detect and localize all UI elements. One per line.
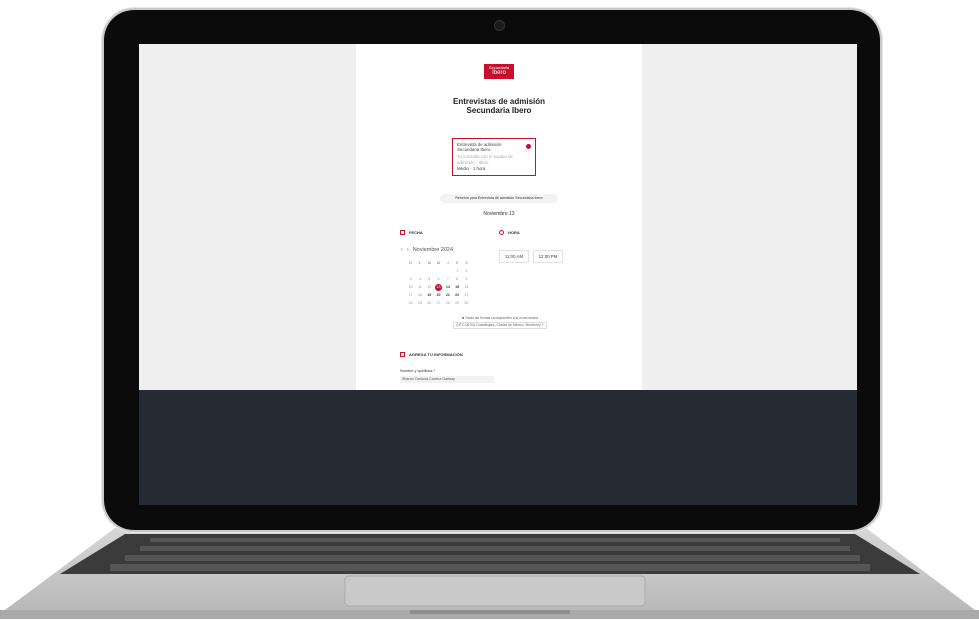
event-card[interactable]: Entrevista de admisión Secundaria Ibero … — [452, 138, 536, 176]
calendar-day[interactable]: 10 — [406, 285, 415, 289]
person-icon — [400, 352, 405, 357]
calendar-week-row: 17 18 19 20 21 22 23 — [406, 291, 481, 299]
time-slot-button[interactable]: 12:00 PM — [533, 250, 563, 263]
calendar-month-label: Noviembre 2024 — [412, 247, 454, 253]
page-title: Entrevistas de admisión Secundaria Ibero — [356, 97, 642, 115]
title-line1: Entrevistas de admisión — [452, 97, 546, 106]
clock-icon — [499, 230, 504, 235]
info-section-label: AGREGA TU INFORMACIÓN — [409, 352, 463, 357]
calendar-day[interactable]: 15 — [452, 285, 461, 289]
timezone-label: Todas las fechas corresponden a la zona … — [464, 316, 539, 320]
selected-indicator-icon — [526, 144, 531, 149]
calendar-icon — [400, 230, 405, 235]
calendar-week-row: 3456789 — [406, 275, 481, 283]
booking-panel: Secundaria Ibero Entrevistas de admisión… — [356, 44, 642, 390]
weekday-label: D — [409, 261, 412, 265]
selected-day[interactable]: 13 — [435, 283, 443, 291]
weekday-label: L — [418, 261, 421, 265]
event-description: Tu consulta con el equipo de admisión · … — [457, 154, 513, 165]
event-name: Entrevista de admisión Secundaria Ibero — [457, 142, 502, 153]
title-line2: Secundaria Ibero — [466, 106, 532, 115]
calendar-day[interactable]: 29 — [452, 301, 461, 305]
calendar-day[interactable]: 8 — [452, 277, 461, 281]
name-field[interactable]: Sharon Cordova Carrera Garibay — [400, 376, 494, 383]
calendar-day[interactable]: 23 — [462, 293, 471, 297]
calendar-day[interactable]: 25 — [415, 301, 424, 305]
calendar-day[interactable]: 20 — [434, 293, 443, 297]
calendar-day[interactable]: 6 — [434, 277, 443, 281]
timezone-value: (UTC-06:00) Guadalajara, Ciudad de Méxic… — [456, 323, 541, 327]
calendar-day[interactable]: 26 — [425, 301, 434, 305]
laptop-mockup: Secundaria Ibero Entrevistas de admisión… — [0, 0, 979, 621]
calendar-week-row: 12 — [406, 267, 481, 275]
calendar-day[interactable]: 16 — [462, 285, 471, 289]
calendar-day[interactable]: 7 — [443, 277, 452, 281]
event-duration: Medio · 1 hora — [457, 165, 486, 171]
camera-icon — [494, 20, 505, 31]
screen: Secundaria Ibero Entrevistas de admisión… — [139, 44, 857, 505]
calendar-day[interactable]: 5 — [425, 277, 434, 281]
ibero-logo: Secundaria Ibero — [484, 64, 514, 79]
next-month-icon[interactable]: › — [407, 247, 409, 253]
calendar-day[interactable]: 17 — [406, 293, 415, 297]
calendar-day[interactable]: 27 — [434, 301, 443, 305]
calendar-day[interactable]: 3 — [406, 277, 415, 281]
timezone-notice: ■ Todas las fechas corresponden a la zon… — [420, 316, 580, 329]
calendar-day[interactable]: 14 — [443, 285, 452, 289]
calendar-day[interactable]: 19 — [425, 293, 434, 297]
calendar-week-row: 24 25 26 27 28 29 30 — [406, 299, 481, 307]
fecha-label: FECHA — [409, 230, 423, 235]
logo-text-bottom: Ibero — [492, 70, 506, 76]
calendar-day[interactable]: 22 — [452, 293, 461, 297]
weekday-label: S — [465, 261, 468, 265]
weekday-label: M — [437, 261, 441, 265]
calendar-day[interactable]: 13 — [434, 283, 443, 291]
timezone-select[interactable]: (UTC-06:00) Guadalajara, Ciudad de Méxic… — [453, 322, 547, 329]
hora-section-header: HORA — [499, 230, 520, 235]
calendar-day[interactable]: 18 — [415, 293, 424, 297]
hora-label: HORA — [508, 230, 520, 235]
calendar-day[interactable]: 9 — [462, 277, 471, 281]
globe-icon: ■ — [461, 316, 465, 320]
booking-page: Secundaria Ibero Entrevistas de admisión… — [139, 44, 857, 390]
prev-month-icon[interactable]: ‹ — [401, 247, 403, 253]
calendar-day[interactable]: 21 — [443, 293, 452, 297]
calendar-day[interactable]: 30 — [462, 301, 471, 305]
time-slot-list: 11:00 AM 12:00 PM — [499, 250, 563, 263]
calendar-day[interactable]: 4 — [415, 277, 424, 281]
calendar-day[interactable]: 2 — [462, 269, 471, 273]
calendar-week-row: 10 11 12 13 14 15 16 — [406, 283, 481, 291]
fecha-section-header: FECHA — [400, 230, 423, 235]
name-field-label: Nombre y apellidos * — [400, 369, 436, 373]
weekday-label: J — [446, 261, 449, 265]
laptop-base — [0, 528, 979, 619]
calendar-month-nav: ‹ › Noviembre 2024 — [401, 247, 453, 253]
time-slot-button[interactable]: 11:00 AM — [499, 250, 529, 263]
selected-date-heading: Noviembre 13 — [483, 211, 515, 217]
calendar-grid: D L M M J V S 1 2 3 4 5 6 7 8 9 10 11 12 13 14 15 16 17 18 19 20 21… — [406, 259, 481, 307]
info-section-header: AGREGA TU INFORMACIÓN — [400, 352, 463, 357]
weekday-label: V — [455, 261, 459, 265]
calendar-day[interactable]: 1 — [452, 269, 461, 273]
weekday-label: M — [427, 261, 431, 265]
chevron-down-icon: ˅ — [541, 323, 544, 327]
reservation-notice: Reserva para Entrevista de admisión Secu… — [440, 194, 558, 203]
calendar-day[interactable]: 11 — [415, 285, 424, 289]
calendar-day[interactable]: 24 — [406, 301, 415, 305]
calendar-day[interactable]: 12 — [425, 285, 434, 289]
calendar-day[interactable]: 28 — [443, 301, 452, 305]
calendar-weekday-row: DLMMJVS — [406, 259, 481, 267]
